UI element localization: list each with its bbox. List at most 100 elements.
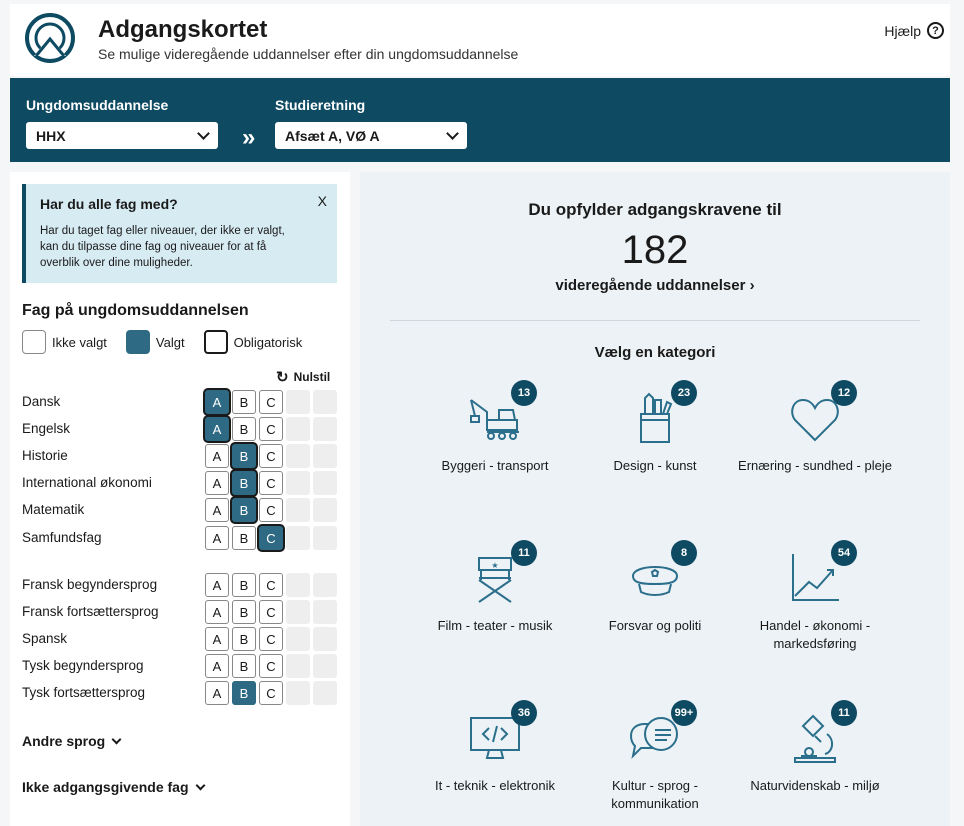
level-placeholder [313,600,337,624]
level-placeholder [286,417,310,441]
trend-chart-icon: 54 [787,540,857,606]
level-button-b[interactable]: B [232,498,256,522]
results-link[interactable]: videregående uddannelser › [360,277,950,294]
subject-row: Engelsk A B C [22,417,338,441]
level-button-a[interactable]: A [205,444,229,468]
level-button-c[interactable]: C [259,600,283,624]
help-label: Hjælp [884,22,921,39]
crane-truck-icon: 13 [467,380,537,446]
director-chair-icon: ★ 11 [467,540,537,606]
category-card[interactable]: 36 It - teknik - elektronik [415,700,575,795]
other-languages-toggle[interactable]: Andre sprog [22,733,122,749]
subject-name: Dansk [22,394,61,409]
chevron-down-icon [446,126,459,140]
level-placeholder [313,390,337,414]
level-button-b[interactable]: B [232,627,256,651]
category-card[interactable]: ★ 11 Film - teater - musik [415,540,575,635]
level-button-b[interactable]: B [232,417,256,441]
category-card[interactable]: 54 Handel - økonomi - markedsføring [735,540,895,653]
level-button-c[interactable]: C [259,526,283,550]
level-button-c[interactable]: C [259,471,283,495]
level-placeholder [286,600,310,624]
level-button-b[interactable]: B [232,471,256,495]
help-button[interactable]: Hjælp ? [884,22,944,39]
level-button-c[interactable]: C [259,681,283,705]
category-count-badge: 11 [511,540,537,566]
level-group: ABC [205,390,337,414]
category-count-badge: 36 [511,700,537,726]
education-value: HHX [36,127,66,144]
level-button-a[interactable]: A [205,600,229,624]
level-button-c[interactable]: C [259,627,283,651]
level-button-c[interactable]: C [259,444,283,468]
level-placeholder [313,681,337,705]
category-label: It - teknik - elektronik [435,778,555,793]
level-button-c[interactable]: C [259,417,283,441]
level-placeholder [313,627,337,651]
category-card[interactable]: 23 Design - kunst [575,380,735,475]
subject-row: Matematik A B C [22,498,338,522]
result-count: 182 [621,228,689,272]
level-button-a[interactable]: A [205,627,229,651]
level-button-c[interactable]: C [259,654,283,678]
non-qualifying-toggle[interactable]: Ikke adgangsgivende fag [22,779,205,795]
category-label: Design - kunst [613,458,697,473]
level-button-a[interactable]: A [205,498,229,522]
level-button-a[interactable]: A [205,526,229,550]
category-card[interactable]: 99+ Kultur - sprog - kommunikation [575,700,735,813]
level-placeholder [286,573,310,597]
category-card[interactable]: 12 Ernæring - sundhed - pleje [735,380,895,475]
level-button-a[interactable]: A [205,417,229,441]
category-count-badge: 13 [511,380,537,406]
level-button-c[interactable]: C [259,390,283,414]
level-button-a[interactable]: A [205,471,229,495]
category-card[interactable]: 13 Byggeri - transport [415,380,575,475]
reset-label: Nulstil [293,370,331,384]
level-placeholder [313,444,337,468]
level-placeholder [313,573,337,597]
level-button-a[interactable]: A [205,681,229,705]
level-button-c[interactable]: C [259,573,283,597]
level-button-a[interactable]: A [205,573,229,597]
level-button-b[interactable]: B [232,526,256,550]
level-button-b[interactable]: B [232,390,256,414]
chevron-down-icon [195,780,205,790]
level-button-b[interactable]: B [232,573,256,597]
subject-name: Engelsk [22,421,71,436]
level-button-c[interactable]: C [259,498,283,522]
level-placeholder [313,471,337,495]
level-button-b[interactable]: B [232,444,256,468]
education-select[interactable]: HHX [26,122,218,149]
level-placeholder [286,627,310,651]
level-button-b[interactable]: B [232,654,256,678]
level-button-a[interactable]: A [205,390,229,414]
level-placeholder [286,681,310,705]
category-label: Forsvar og politi [608,618,702,633]
subject-name: Samfundsfag [22,530,102,545]
app-header: Adgangskortet Se mulige videregående udd… [10,4,950,76]
direction-select[interactable]: Afsæt A, VØ A [275,122,467,149]
level-placeholder [286,654,310,678]
subject-row: Historie A B C [22,444,338,468]
level-button-b[interactable]: B [232,600,256,624]
level-placeholder [286,498,310,522]
direction-label: Studieretning [275,97,366,113]
subject-name: Fransk fortsættersprog [22,604,159,619]
subject-name: Tysk fortsættersprog [22,685,146,700]
level-button-a[interactable]: A [205,654,229,678]
svg-text:★: ★ [491,561,498,570]
results-panel: Du opfylder adgangskravene til 182 vider… [360,172,950,826]
subject-name: Matematik [22,502,85,517]
category-card[interactable]: 8 Forsvar og politi [575,540,735,635]
logo-icon[interactable] [24,12,76,64]
subjects-panel: Har du alle fag med? Har du taget fag el… [10,172,350,826]
category-label: Handel - økonomi - markedsføring [759,618,871,651]
category-card[interactable]: 11 Naturvidenskab - miljø [735,700,895,795]
other-languages-label: Andre sprog [22,733,106,749]
level-group: ABC [205,526,337,550]
level-button-b[interactable]: B [232,681,256,705]
level-placeholder [313,498,337,522]
direction-value: Afsæt A, VØ A [285,127,380,144]
reset-button[interactable]: ↻ Nulstil [276,368,330,386]
close-icon[interactable]: X [318,193,327,209]
